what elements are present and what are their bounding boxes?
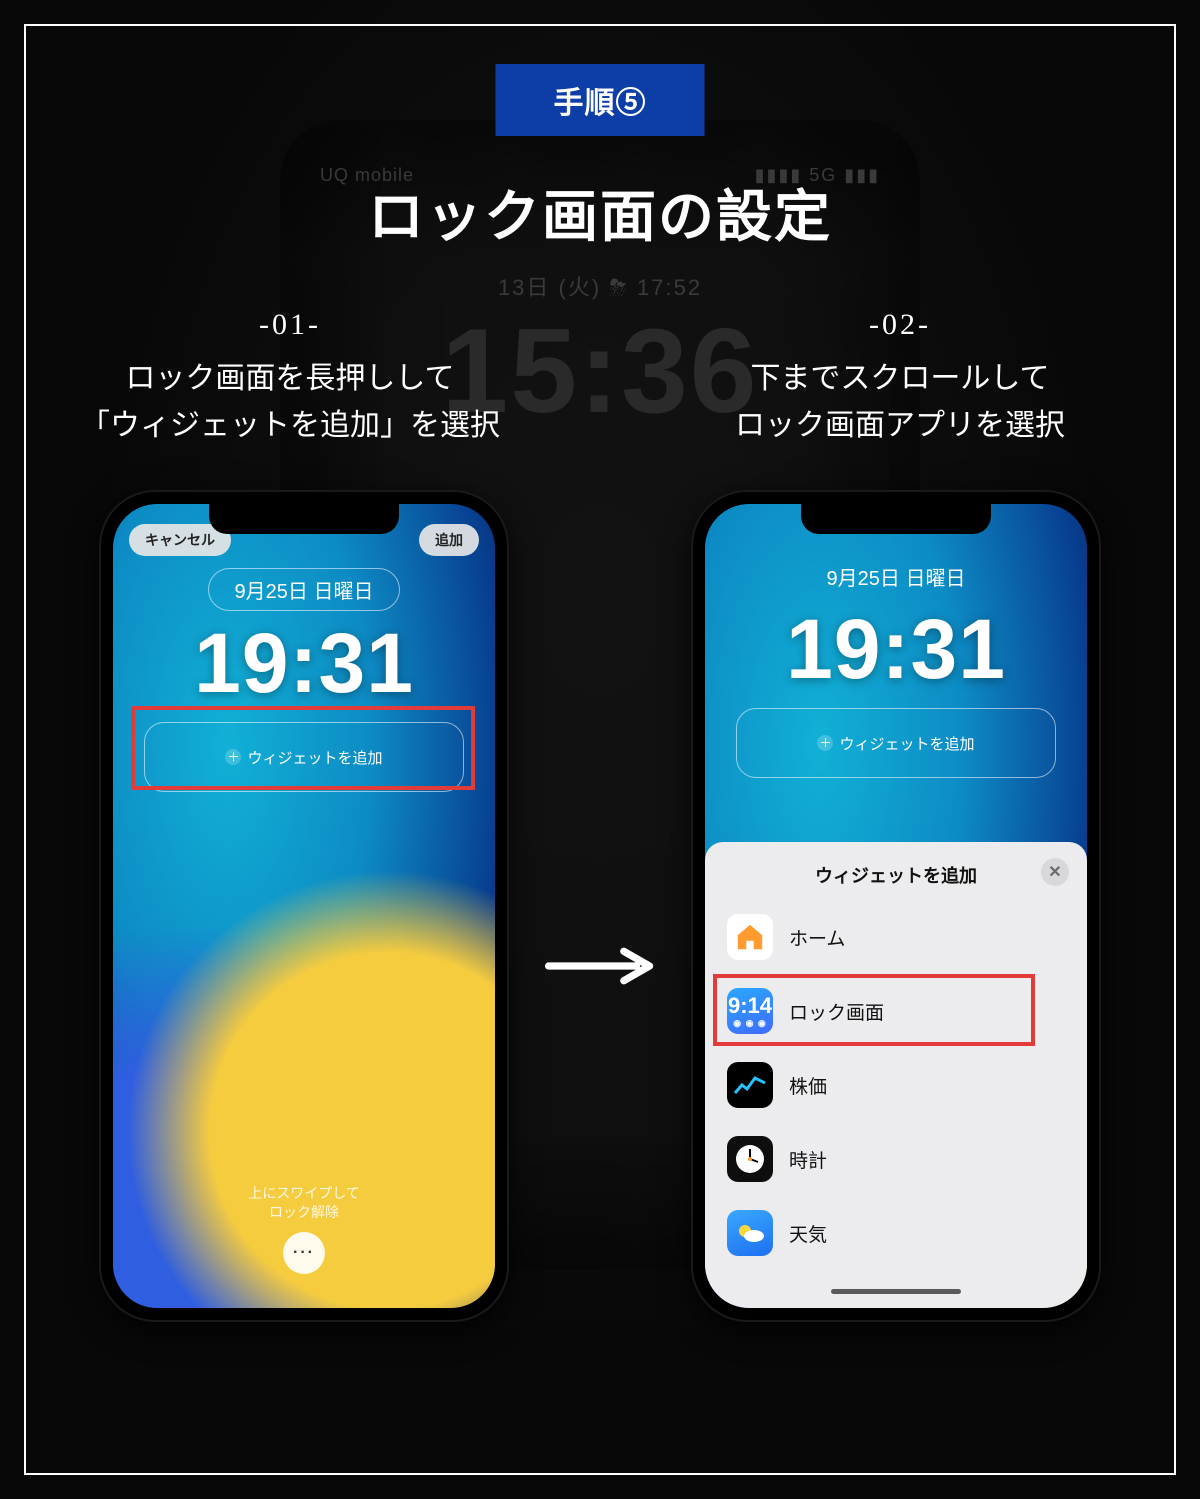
close-icon[interactable]: ✕ <box>1041 858 1069 886</box>
notch <box>209 504 399 534</box>
sheet-header: ウィジェットを追加 ✕ <box>717 856 1075 902</box>
sheet-item-label: 天気 <box>789 1220 827 1247</box>
add-widget-slot[interactable]: ＋ ウィジェットを追加 <box>736 708 1056 778</box>
widget-sheet: ウィジェットを追加 ✕ ホーム 9:14 ◉ ◉ ◉ <box>705 842 1087 1308</box>
add-widget-label: ウィジェットを追加 <box>247 747 382 768</box>
phone-right-screen: 9月25日 日曜日 19:31 ＋ ウィジェットを追加 ウィジェットを追加 ✕ <box>705 504 1087 1308</box>
step-badge: 手順⑤ <box>496 64 705 136</box>
sheet-list: ホーム 9:14 ◉ ◉ ◉ ロック画面 株 <box>717 902 1075 1268</box>
plus-icon: ＋ <box>817 735 833 751</box>
add-widget-slot[interactable]: ＋ ウィジェットを追加 <box>144 722 464 792</box>
more-button[interactable]: ··· <box>283 1232 325 1274</box>
sheet-title: ウィジェットを追加 <box>815 862 977 888</box>
add-button[interactable]: 追加 <box>419 524 479 556</box>
stocks-icon <box>727 1062 773 1108</box>
lock-time: 19:31 <box>786 601 1006 698</box>
lock-content: 9月25日 日曜日 19:31 ＋ ウィジェットを追加 <box>113 568 495 792</box>
add-widget-label: ウィジェットを追加 <box>839 733 974 754</box>
caption-01: -01- ロック画面を長押しして 「ウィジェットを追加」を選択 <box>70 308 510 449</box>
sheet-item-home[interactable]: ホーム <box>717 902 1075 972</box>
page-title: ロック画面の設定 <box>0 172 1200 253</box>
arrow-right-icon <box>545 946 655 986</box>
phone-left-screen: キャンセル 追加 9月25日 日曜日 19:31 ＋ ウィジェットを追加 上にス… <box>113 504 495 1308</box>
sheet-item-label: 時計 <box>789 1146 827 1173</box>
sheet-item-label: ロック画面 <box>789 998 884 1025</box>
sheet-item-weather[interactable]: 天気 <box>717 1198 1075 1268</box>
lock-content: 9月25日 日曜日 19:31 ＋ ウィジェットを追加 <box>705 556 1087 778</box>
lock-date[interactable]: 9月25日 日曜日 <box>208 568 401 611</box>
sheet-item-label: 株価 <box>789 1072 827 1099</box>
sheet-item-stocks[interactable]: 株価 <box>717 1050 1075 1120</box>
weather-icon <box>727 1210 773 1256</box>
sheet-item-lockscreen[interactable]: 9:14 ◉ ◉ ◉ ロック画面 <box>717 976 1075 1046</box>
home-indicator <box>831 1289 961 1294</box>
swipe-hint: 上にスワイプして ロック解除 <box>113 1184 495 1222</box>
captions-row: -01- ロック画面を長押しして 「ウィジェットを追加」を選択 -02- 下まで… <box>0 308 1200 449</box>
caption-num: -01- <box>70 308 510 342</box>
sheet-item-clock[interactable]: 時計 <box>717 1124 1075 1194</box>
home-icon <box>727 914 773 960</box>
caption-02: -02- 下までスクロールして ロック画面アプリを選択 <box>680 308 1120 449</box>
lockscreen-icon: 9:14 ◉ ◉ ◉ <box>727 988 773 1034</box>
phone-right: 9月25日 日曜日 19:31 ＋ ウィジェットを追加 ウィジェットを追加 ✕ <box>691 490 1101 1322</box>
lock-time[interactable]: 19:31 <box>194 615 414 712</box>
clock-icon <box>727 1136 773 1182</box>
caption-text: ロック画面を長押しして 「ウィジェットを追加」を選択 <box>70 356 510 449</box>
phones-row: キャンセル 追加 9月25日 日曜日 19:31 ＋ ウィジェットを追加 上にス… <box>0 490 1200 1322</box>
lock-date: 9月25日 日曜日 <box>801 556 992 597</box>
notch <box>801 504 991 534</box>
plus-icon: ＋ <box>225 749 241 765</box>
phone-left: キャンセル 追加 9月25日 日曜日 19:31 ＋ ウィジェットを追加 上にス… <box>99 490 509 1322</box>
caption-text: 下までスクロールして ロック画面アプリを選択 <box>680 356 1120 449</box>
caption-num: -02- <box>680 308 1120 342</box>
sheet-item-label: ホーム <box>789 924 845 951</box>
